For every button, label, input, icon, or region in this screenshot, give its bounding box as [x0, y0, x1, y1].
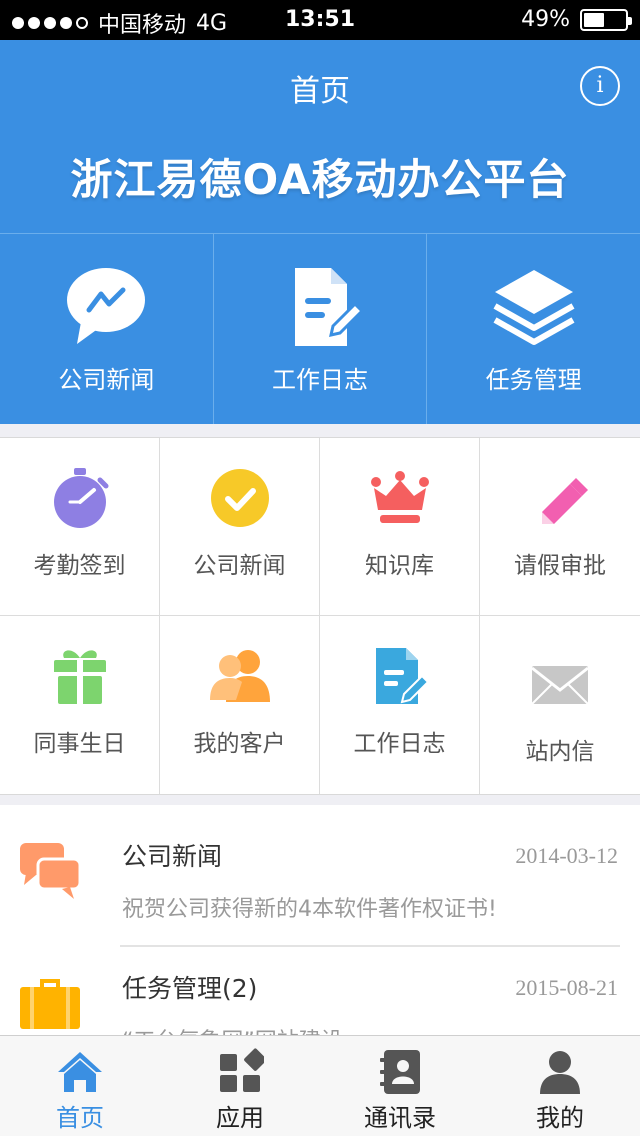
app-label: 公司新闻 [193, 553, 286, 579]
feed-subtitle: “工台气象网”网站建设 [122, 1023, 343, 1035]
app-my-customers[interactable]: 我的客户 [160, 616, 320, 794]
page-title: 首页 [290, 74, 350, 109]
app-label: 我的客户 [193, 731, 286, 757]
feed-item-task-management[interactable]: 任务管理(2) 2015-08-21 “工台气象网”网站建设 [0, 947, 640, 1035]
home-icon [58, 1052, 102, 1092]
feed-title: 任务管理(2) [122, 974, 258, 1003]
app-label: 请假审批 [514, 553, 606, 579]
contacts-icon [380, 1050, 420, 1094]
tab-profile[interactable]: 我的 [480, 1036, 640, 1136]
quick-label: 任务管理 [485, 366, 582, 394]
tab-bar: 首页 应用 通讯录 我的 [0, 1035, 640, 1136]
quick-actions: 公司新闻 工作日志 任务管理 [0, 233, 640, 424]
info-button[interactable]: i [580, 66, 620, 106]
check-circle-icon [210, 469, 269, 527]
platform-banner: 浙江易德OA移动办公平台 [70, 155, 570, 204]
app-label: 考勤签到 [33, 553, 126, 579]
chat-bubble-icon [67, 268, 146, 344]
tab-label: 首页 [56, 1104, 104, 1132]
quick-item-company-news[interactable]: 公司新闻 [0, 234, 214, 424]
quick-item-work-log[interactable]: 工作日志 [214, 234, 428, 424]
app-label: 站内信 [525, 739, 595, 765]
feed-title: 公司新闻 [122, 842, 223, 871]
battery-percent: 49% [521, 7, 570, 32]
tab-contacts[interactable]: 通讯录 [320, 1036, 480, 1136]
app-company-news[interactable]: 公司新闻 [160, 438, 320, 616]
feed-item-company-news[interactable]: 公司新闻 2014-03-12 祝贺公司获得新的4本软件著作权证书! [0, 805, 640, 947]
quick-label: 工作日志 [272, 366, 368, 394]
status-right: 49% [521, 7, 632, 32]
pencil-icon [542, 478, 588, 524]
envelope-icon [531, 666, 589, 705]
app-leave-approval[interactable]: 请假审批 [480, 438, 640, 616]
crown-icon [370, 471, 429, 523]
tab-label: 应用 [216, 1104, 264, 1132]
profile-icon [540, 1051, 580, 1094]
app-grid: 考勤签到 公司新闻 知识库 请假审批 同事生日 我的客户 工作日志 站内信 [0, 437, 640, 795]
apps-icon [220, 1048, 264, 1092]
app-knowledge-base[interactable]: 知识库 [320, 438, 480, 616]
tab-label: 我的 [536, 1104, 584, 1132]
message-feed: 公司新闻 2014-03-12 祝贺公司获得新的4本软件著作权证书! 任务管理(… [0, 805, 640, 1035]
tab-label: 通讯录 [364, 1104, 436, 1132]
tab-apps[interactable]: 应用 [160, 1036, 320, 1136]
tab-home[interactable]: 首页 [0, 1036, 160, 1136]
gift-icon [53, 650, 106, 704]
app-colleague-birthday[interactable]: 同事生日 [0, 616, 160, 794]
quick-item-task-management[interactable]: 任务管理 [427, 234, 640, 424]
quick-label: 公司新闻 [58, 366, 155, 394]
stopwatch-icon [53, 468, 108, 528]
battery-icon [580, 8, 632, 31]
document-edit-icon [295, 268, 365, 346]
home-header: 首页 i 浙江易德OA移动办公平台 公司新闻 工作日志 任务管理 [0, 40, 640, 424]
chat-bubbles-icon [20, 843, 82, 899]
status-bar: 中国移动 4G 13:51 49% [0, 0, 640, 40]
app-label: 知识库 [365, 553, 434, 579]
app-attendance[interactable]: 考勤签到 [0, 438, 160, 616]
app-work-log[interactable]: 工作日志 [320, 616, 480, 794]
feed-date: 2014-03-12 [515, 843, 618, 868]
users-icon [209, 650, 270, 702]
layers-icon [493, 270, 575, 345]
document-edit-icon [375, 648, 429, 704]
app-label: 同事生日 [33, 731, 126, 757]
feed-date: 2015-08-21 [515, 975, 618, 1000]
briefcase-icon [20, 979, 80, 1029]
app-label: 工作日志 [353, 731, 446, 757]
feed-subtitle: 祝贺公司获得新的4本软件著作权证书! [122, 897, 497, 922]
app-internal-mail[interactable]: 站内信 [480, 616, 640, 794]
